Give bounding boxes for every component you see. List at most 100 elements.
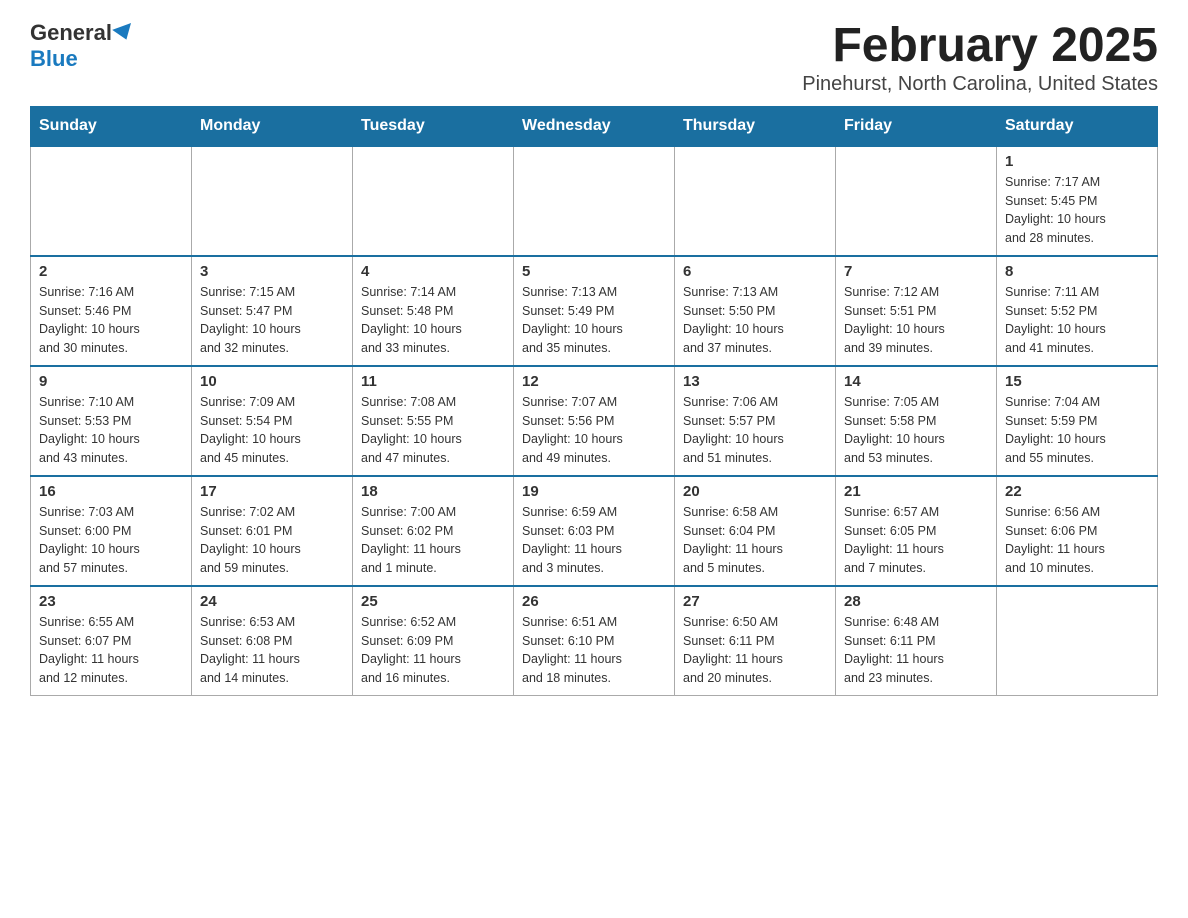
day-number: 15: [1005, 373, 1149, 390]
day-number: 2: [39, 263, 183, 280]
day-info: Sunrise: 7:03 AMSunset: 6:00 PMDaylight:…: [39, 503, 183, 578]
calendar-day-cell: 12 Sunrise: 7:07 AMSunset: 5:56 PMDayligh…: [514, 366, 675, 476]
calendar-week-row: 16 Sunrise: 7:03 AMSunset: 6:00 PMDayligh…: [31, 476, 1158, 586]
calendar-day-cell: 21 Sunrise: 6:57 AMSunset: 6:05 PMDayligh…: [836, 476, 997, 586]
day-info: Sunrise: 7:02 AMSunset: 6:01 PMDaylight:…: [200, 503, 344, 578]
day-number: 16: [39, 483, 183, 500]
day-info: Sunrise: 7:04 AMSunset: 5:59 PMDaylight:…: [1005, 393, 1149, 468]
day-number: 26: [522, 593, 666, 610]
day-info: Sunrise: 7:08 AMSunset: 5:55 PMDaylight:…: [361, 393, 505, 468]
calendar-day-cell: 17 Sunrise: 7:02 AMSunset: 6:01 PMDayligh…: [192, 476, 353, 586]
day-number: 4: [361, 263, 505, 280]
day-info: Sunrise: 7:09 AMSunset: 5:54 PMDaylight:…: [200, 393, 344, 468]
weekday-header-saturday: Saturday: [997, 106, 1158, 146]
calendar-day-cell: [353, 146, 514, 256]
calendar-day-cell: [836, 146, 997, 256]
calendar-subtitle: Pinehurst, North Carolina, United States: [802, 73, 1158, 96]
day-info: Sunrise: 7:16 AMSunset: 5:46 PMDaylight:…: [39, 283, 183, 358]
calendar-day-cell: 18 Sunrise: 7:00 AMSunset: 6:02 PMDayligh…: [353, 476, 514, 586]
day-info: Sunrise: 6:55 AMSunset: 6:07 PMDaylight:…: [39, 613, 183, 688]
calendar-day-cell: 19Sunrise: 6:59 AMSunset: 6:03 PMDayligh…: [514, 476, 675, 586]
day-number: 18: [361, 483, 505, 500]
day-info: Sunrise: 7:12 AMSunset: 5:51 PMDaylight:…: [844, 283, 988, 358]
day-info: Sunrise: 7:06 AMSunset: 5:57 PMDaylight:…: [683, 393, 827, 468]
day-number: 1: [1005, 153, 1149, 170]
day-info: Sunrise: 6:56 AMSunset: 6:06 PMDaylight:…: [1005, 503, 1149, 578]
calendar-week-row: 1 Sunrise: 7:17 AMSunset: 5:45 PMDaylight…: [31, 146, 1158, 256]
day-info: Sunrise: 6:50 AMSunset: 6:11 PMDaylight:…: [683, 613, 827, 688]
calendar-day-cell: 11 Sunrise: 7:08 AMSunset: 5:55 PMDayligh…: [353, 366, 514, 476]
calendar-day-cell: 3Sunrise: 7:15 AMSunset: 5:47 PMDaylight…: [192, 256, 353, 366]
day-info: Sunrise: 7:11 AMSunset: 5:52 PMDaylight:…: [1005, 283, 1149, 358]
calendar-title: February 2025: [802, 20, 1158, 73]
day-info: Sunrise: 6:59 AMSunset: 6:03 PMDaylight:…: [522, 503, 666, 578]
day-number: 12: [522, 373, 666, 390]
day-number: 6: [683, 263, 827, 280]
day-number: 13: [683, 373, 827, 390]
calendar-day-cell: 1 Sunrise: 7:17 AMSunset: 5:45 PMDaylight…: [997, 146, 1158, 256]
calendar-day-cell: [997, 586, 1158, 696]
day-number: 28: [844, 593, 988, 610]
calendar-day-cell: 5Sunrise: 7:13 AMSunset: 5:49 PMDaylight…: [514, 256, 675, 366]
day-number: 20: [683, 483, 827, 500]
calendar-day-cell: 23 Sunrise: 6:55 AMSunset: 6:07 PMDayligh…: [31, 586, 192, 696]
day-number: 21: [844, 483, 988, 500]
calendar-header-row: SundayMondayTuesdayWednesdayThursdayFrid…: [31, 106, 1158, 146]
weekday-header-monday: Monday: [192, 106, 353, 146]
day-info: Sunrise: 7:13 AMSunset: 5:50 PMDaylight:…: [683, 283, 827, 358]
day-info: Sunrise: 7:14 AMSunset: 5:48 PMDaylight:…: [361, 283, 505, 358]
weekday-header-sunday: Sunday: [31, 106, 192, 146]
day-info: Sunrise: 6:52 AMSunset: 6:09 PMDaylight:…: [361, 613, 505, 688]
calendar-day-cell: 7 Sunrise: 7:12 AMSunset: 5:51 PMDaylight…: [836, 256, 997, 366]
page-header: General Blue February 2025 Pinehurst, No…: [30, 20, 1158, 96]
day-number: 10: [200, 373, 344, 390]
day-number: 27: [683, 593, 827, 610]
calendar-day-cell: [31, 146, 192, 256]
day-number: 25: [361, 593, 505, 610]
logo-triangle-icon: [112, 23, 136, 43]
calendar-day-cell: 2 Sunrise: 7:16 AMSunset: 5:46 PMDaylight…: [31, 256, 192, 366]
day-number: 7: [844, 263, 988, 280]
calendar-day-cell: 22 Sunrise: 6:56 AMSunset: 6:06 PMDayligh…: [997, 476, 1158, 586]
day-info: Sunrise: 7:17 AMSunset: 5:45 PMDaylight:…: [1005, 173, 1149, 248]
day-number: 14: [844, 373, 988, 390]
day-info: Sunrise: 7:13 AMSunset: 5:49 PMDaylight:…: [522, 283, 666, 358]
calendar-table: SundayMondayTuesdayWednesdayThursdayFrid…: [30, 106, 1158, 697]
logo-blue-text: Blue: [30, 46, 78, 72]
calendar-day-cell: 13 Sunrise: 7:06 AMSunset: 5:57 PMDayligh…: [675, 366, 836, 476]
calendar-day-cell: [675, 146, 836, 256]
calendar-day-cell: 4 Sunrise: 7:14 AMSunset: 5:48 PMDaylight…: [353, 256, 514, 366]
day-info: Sunrise: 7:00 AMSunset: 6:02 PMDaylight:…: [361, 503, 505, 578]
day-number: 11: [361, 373, 505, 390]
day-info: Sunrise: 7:10 AMSunset: 5:53 PMDaylight:…: [39, 393, 183, 468]
calendar-day-cell: 27 Sunrise: 6:50 AMSunset: 6:11 PMDayligh…: [675, 586, 836, 696]
calendar-week-row: 9Sunrise: 7:10 AMSunset: 5:53 PMDaylight…: [31, 366, 1158, 476]
day-info: Sunrise: 6:51 AMSunset: 6:10 PMDaylight:…: [522, 613, 666, 688]
day-info: Sunrise: 7:05 AMSunset: 5:58 PMDaylight:…: [844, 393, 988, 468]
weekday-header-tuesday: Tuesday: [353, 106, 514, 146]
calendar-day-cell: [514, 146, 675, 256]
day-number: 17: [200, 483, 344, 500]
calendar-day-cell: 28 Sunrise: 6:48 AMSunset: 6:11 PMDayligh…: [836, 586, 997, 696]
logo-general-text: General: [30, 20, 112, 46]
calendar-day-cell: 10 Sunrise: 7:09 AMSunset: 5:54 PMDayligh…: [192, 366, 353, 476]
day-info: Sunrise: 6:58 AMSunset: 6:04 PMDaylight:…: [683, 503, 827, 578]
calendar-day-cell: 6 Sunrise: 7:13 AMSunset: 5:50 PMDaylight…: [675, 256, 836, 366]
calendar-day-cell: [192, 146, 353, 256]
calendar-day-cell: 25 Sunrise: 6:52 AMSunset: 6:09 PMDayligh…: [353, 586, 514, 696]
logo: General Blue: [30, 20, 134, 72]
calendar-day-cell: 8Sunrise: 7:11 AMSunset: 5:52 PMDaylight…: [997, 256, 1158, 366]
calendar-day-cell: 14 Sunrise: 7:05 AMSunset: 5:58 PMDayligh…: [836, 366, 997, 476]
day-number: 23: [39, 593, 183, 610]
day-info: Sunrise: 6:48 AMSunset: 6:11 PMDaylight:…: [844, 613, 988, 688]
day-number: 3: [200, 263, 344, 280]
day-info: Sunrise: 6:53 AMSunset: 6:08 PMDaylight:…: [200, 613, 344, 688]
calendar-day-cell: 9Sunrise: 7:10 AMSunset: 5:53 PMDaylight…: [31, 366, 192, 476]
day-info: Sunrise: 6:57 AMSunset: 6:05 PMDaylight:…: [844, 503, 988, 578]
calendar-day-cell: 16 Sunrise: 7:03 AMSunset: 6:00 PMDayligh…: [31, 476, 192, 586]
day-number: 22: [1005, 483, 1149, 500]
weekday-header-friday: Friday: [836, 106, 997, 146]
weekday-header-wednesday: Wednesday: [514, 106, 675, 146]
day-info: Sunrise: 7:07 AMSunset: 5:56 PMDaylight:…: [522, 393, 666, 468]
calendar-day-cell: 24Sunrise: 6:53 AMSunset: 6:08 PMDayligh…: [192, 586, 353, 696]
